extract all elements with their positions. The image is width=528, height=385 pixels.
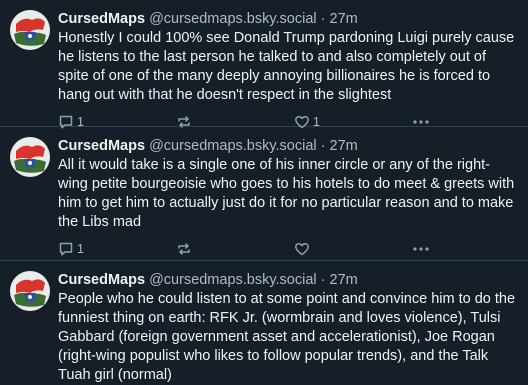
reply-count: 1 [77, 242, 84, 256]
author-name[interactable]: CursedMaps [58, 11, 145, 27]
author-handle[interactable]: @cursedmaps.bsky.social [149, 272, 317, 288]
post-item[interactable]: CursedMaps @cursedmaps.bsky.social · 27m… [0, 127, 528, 261]
post-feed: CursedMaps @cursedmaps.bsky.social · 27m… [0, 0, 528, 383]
post-time[interactable]: 27m [330, 272, 358, 288]
post-header: CursedMaps @cursedmaps.bsky.social · 27m [58, 270, 516, 290]
author-handle[interactable]: @cursedmaps.bsky.social [149, 11, 317, 27]
post-text: People who he could listen to at some po… [58, 291, 516, 383]
post-item[interactable]: CursedMaps @cursedmaps.bsky.social · 27m… [0, 261, 528, 383]
post-time[interactable]: 27m [330, 138, 358, 154]
more-icon [412, 241, 430, 257]
avatar[interactable] [10, 10, 50, 50]
post-item[interactable]: CursedMaps @cursedmaps.bsky.social · 27m… [0, 0, 528, 129]
avatar[interactable] [10, 271, 50, 311]
repost-button[interactable] [176, 241, 294, 257]
post-text: Honestly I could 100% see Donald Trump p… [58, 30, 515, 103]
post-text: All it would take is a single one of his… [58, 157, 515, 230]
post-header: CursedMaps @cursedmaps.bsky.social · 27m [58, 9, 516, 29]
post-time[interactable]: 27m [330, 11, 358, 27]
like-button[interactable] [294, 241, 412, 257]
reply-icon [58, 241, 74, 257]
more-button[interactable] [412, 241, 430, 257]
post-header: CursedMaps @cursedmaps.bsky.social · 27m [58, 136, 516, 156]
separator: · [320, 138, 326, 154]
author-name[interactable]: CursedMaps [58, 138, 145, 154]
separator: · [320, 11, 326, 27]
repost-icon [176, 241, 192, 257]
author-handle[interactable]: @cursedmaps.bsky.social [149, 138, 317, 154]
heart-icon [294, 241, 310, 257]
avatar[interactable] [10, 137, 50, 177]
author-name[interactable]: CursedMaps [58, 272, 145, 288]
separator: · [320, 272, 326, 288]
reply-button[interactable]: 1 [58, 241, 176, 257]
